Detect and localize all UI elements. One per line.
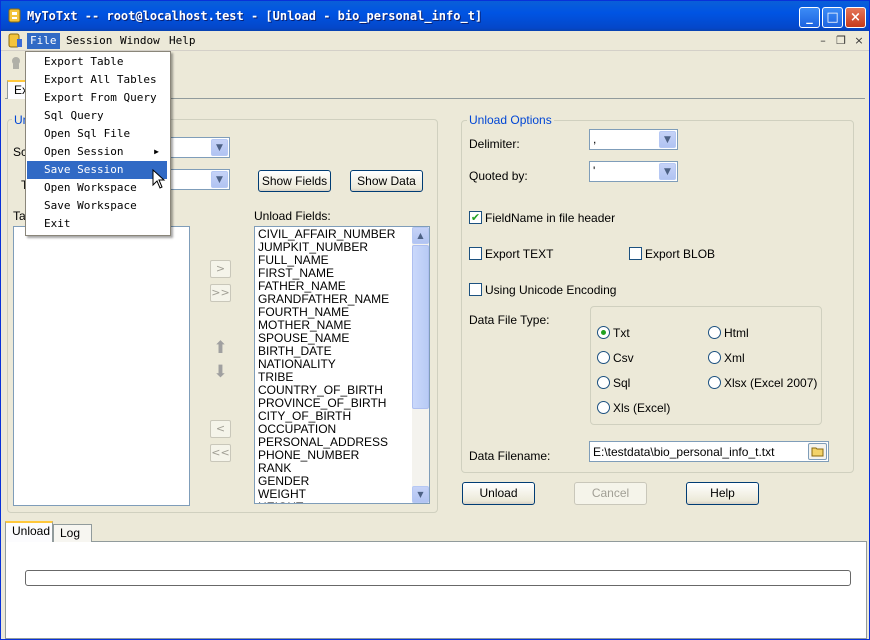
title-bar[interactable]: MyToTxt -- root@localhost.test - [Unload…: [1, 1, 869, 31]
chevron-down-icon[interactable]: ▼: [211, 139, 228, 156]
radio-html[interactable]: [708, 326, 721, 339]
menu-item-export-table[interactable]: Export Table: [27, 53, 167, 71]
add-all-fields-button[interactable]: >>: [210, 284, 231, 302]
mdi-close-button[interactable]: ×: [851, 34, 867, 48]
unload-button[interactable]: Unload: [462, 482, 535, 505]
menu-item-open-session-label: Open Session: [44, 145, 124, 158]
progress-bar: [25, 570, 851, 586]
radio-xlsx-label[interactable]: Xlsx (Excel 2007): [724, 376, 817, 390]
menu-item-open-sql-file[interactable]: Open Sql File: [27, 125, 167, 143]
menu-item-export-all-tables[interactable]: Export All Tables: [27, 71, 167, 89]
radio-txt[interactable]: [597, 326, 610, 339]
radio-html-label[interactable]: Html: [724, 326, 749, 340]
submenu-arrow-icon: ▶: [154, 147, 159, 156]
delimiter-label: Delimiter:: [469, 137, 520, 151]
scroll-thumb[interactable]: [412, 245, 429, 409]
quoted-by-label: Quoted by:: [469, 169, 528, 183]
app-icon: [7, 8, 23, 24]
unload-fields-list[interactable]: CIVIL_AFFAIR_NUMBER JUMPKIT_NUMBER FULL_NA…: [254, 226, 430, 504]
fields-scrollbar[interactable]: ▲ ▼: [412, 227, 429, 503]
mdi-minimize-button[interactable]: –: [815, 34, 831, 48]
quoted-by-value: ': [593, 164, 596, 178]
radio-xls[interactable]: [597, 401, 610, 414]
quoted-by-select[interactable]: ' ▼: [589, 161, 678, 182]
menu-item-save-session[interactable]: Save Session: [27, 161, 167, 179]
cancel-button[interactable]: Cancel: [574, 482, 647, 505]
fieldname-header-label[interactable]: FieldName in file header: [485, 211, 615, 225]
radio-xls-label[interactable]: Xls (Excel): [613, 401, 670, 415]
unload-options-legend: Unload Options: [467, 113, 554, 127]
unload-fields-label: Unload Fields:: [254, 209, 331, 223]
menu-session[interactable]: Session: [63, 33, 115, 49]
unicode-label[interactable]: Using Unicode Encoding: [485, 283, 616, 297]
tables-label: Ta: [13, 209, 26, 223]
radio-sql[interactable]: [597, 376, 610, 389]
close-button[interactable]: ×: [845, 7, 866, 28]
tab-unload[interactable]: Unload: [5, 521, 53, 542]
window-title: MyToTxt -- root@localhost.test - [Unload…: [27, 9, 483, 23]
menu-help[interactable]: Help: [166, 33, 199, 49]
menu-item-save-workspace[interactable]: Save Workspace: [27, 197, 167, 215]
data-filename-label: Data Filename:: [469, 449, 551, 463]
chevron-down-icon[interactable]: ▼: [211, 171, 228, 188]
radio-txt-label[interactable]: Txt: [613, 326, 630, 340]
show-data-button[interactable]: Show Data: [350, 170, 423, 192]
mdi-child-icon[interactable]: [7, 33, 23, 49]
move-up-icon[interactable]: ⬆: [210, 338, 231, 358]
tab-log[interactable]: Log: [53, 524, 92, 542]
show-fields-button[interactable]: Show Fields: [258, 170, 331, 192]
radio-sql-label[interactable]: Sql: [613, 376, 630, 390]
move-down-icon[interactable]: ⬇: [210, 362, 231, 382]
bottom-panel: [5, 541, 867, 639]
radio-csv-label[interactable]: Csv: [613, 351, 634, 365]
menu-item-open-workspace[interactable]: Open Workspace: [27, 179, 167, 197]
radio-xml[interactable]: [708, 351, 721, 364]
menu-item-export-from-query[interactable]: Export From Query: [27, 89, 167, 107]
delimiter-select[interactable]: , ▼: [589, 129, 678, 150]
menu-item-sql-query[interactable]: Sql Query: [27, 107, 167, 125]
export-text-checkbox[interactable]: [469, 247, 482, 260]
field-list-item[interactable]: HEIGHT: [258, 501, 303, 504]
export-blob-checkbox[interactable]: [629, 247, 642, 260]
main-window: MyToTxt -- root@localhost.test - [Unload…: [0, 0, 870, 640]
data-file-type-label: Data File Type:: [469, 313, 550, 327]
scroll-up-icon[interactable]: ▲: [412, 227, 429, 244]
radio-xlsx[interactable]: [708, 376, 721, 389]
chevron-down-icon[interactable]: ▼: [659, 163, 676, 180]
menu-item-open-session[interactable]: Open Session ▶: [27, 143, 167, 161]
export-text-label[interactable]: Export TEXT: [485, 247, 553, 261]
menu-window[interactable]: Window: [117, 33, 163, 49]
data-filename-input[interactable]: E:\testdata\bio_personal_info_t.txt: [589, 441, 829, 462]
radio-xml-label[interactable]: Xml: [724, 351, 745, 365]
scroll-down-icon[interactable]: ▼: [412, 486, 429, 503]
delimiter-value: ,: [593, 132, 597, 146]
fieldname-header-checkbox[interactable]: ✔: [469, 211, 482, 224]
remove-all-fields-button[interactable]: <<: [210, 444, 231, 462]
mouse-cursor-icon: [152, 168, 168, 191]
export-blob-label[interactable]: Export BLOB: [645, 247, 715, 261]
browse-folder-icon[interactable]: [808, 443, 827, 460]
add-field-button[interactable]: >: [210, 260, 231, 278]
schema-select[interactable]: ▼: [161, 137, 230, 158]
menu-item-exit[interactable]: Exit: [27, 215, 167, 233]
mdi-restore-button[interactable]: ❐: [833, 34, 849, 48]
unicode-checkbox[interactable]: [469, 283, 482, 296]
remove-field-button[interactable]: <: [210, 420, 231, 438]
maximize-button[interactable]: □: [822, 7, 843, 28]
menu-file[interactable]: File: [27, 33, 60, 49]
radio-csv[interactable]: [597, 351, 610, 364]
minimize-button[interactable]: _: [799, 7, 820, 28]
tables-list[interactable]: [13, 226, 190, 506]
table-select[interactable]: ▼: [161, 169, 230, 190]
help-button[interactable]: Help: [686, 482, 759, 505]
data-filename-value: E:\testdata\bio_personal_info_t.txt: [593, 445, 775, 459]
chevron-down-icon[interactable]: ▼: [659, 131, 676, 148]
connect-icon[interactable]: [9, 56, 23, 70]
